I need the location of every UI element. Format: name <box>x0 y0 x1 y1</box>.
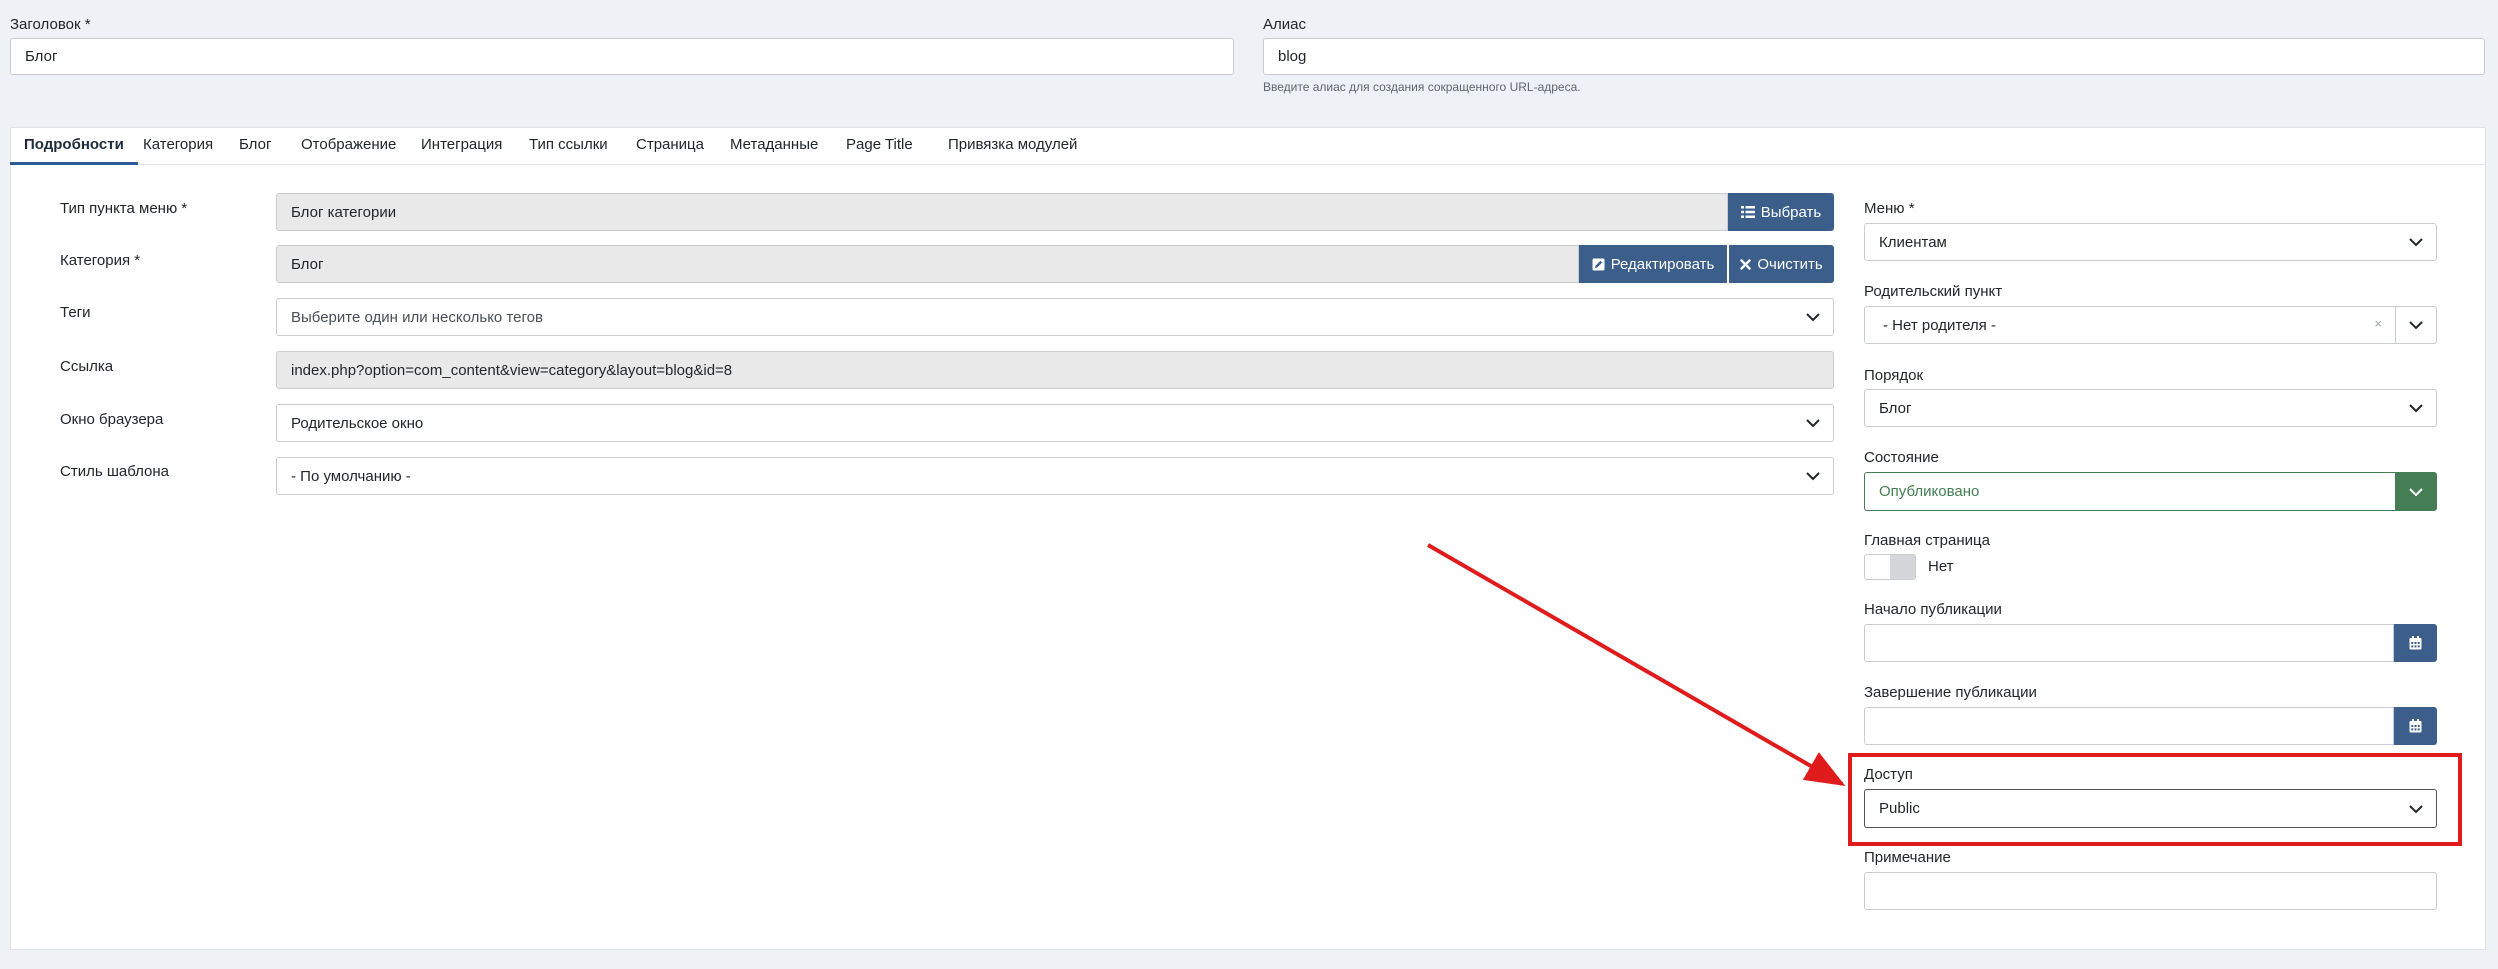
annotation-overlay <box>1427 543 2462 846</box>
annotation-arrow <box>1427 543 1846 786</box>
annotation-highlight-box <box>1848 753 2462 846</box>
